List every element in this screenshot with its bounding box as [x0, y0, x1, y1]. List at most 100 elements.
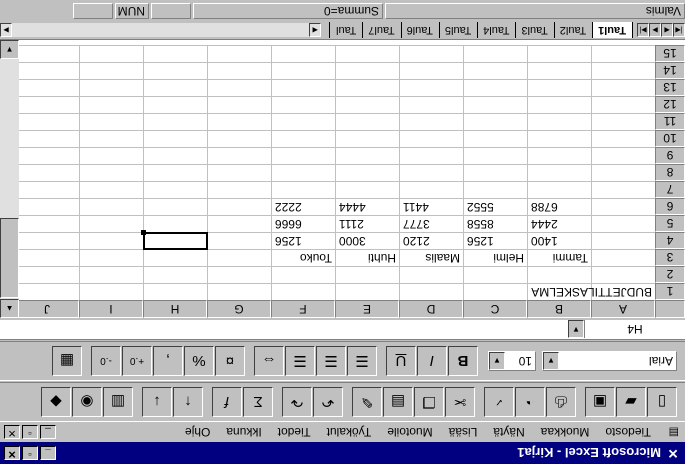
cell-b4[interactable]: 1400	[527, 232, 591, 249]
cell-b1[interactable]	[527, 283, 591, 300]
cell-a4[interactable]	[591, 232, 655, 249]
cell-b7[interactable]	[527, 181, 591, 198]
print-preview-icon[interactable]: ◔	[515, 387, 545, 417]
cell-c7[interactable]	[463, 181, 527, 198]
cell-j3[interactable]	[15, 249, 79, 266]
cell-g8[interactable]	[207, 164, 271, 181]
cell-h6[interactable]	[143, 198, 207, 215]
cell-c6[interactable]: 5552	[463, 198, 527, 215]
cell-h8[interactable]	[143, 164, 207, 181]
menu-tools[interactable]: Työkalut	[319, 425, 380, 439]
cell-d8[interactable]	[399, 164, 463, 181]
cell-h12[interactable]	[143, 96, 207, 113]
cell-e5[interactable]: 2111	[335, 215, 399, 232]
percent-icon[interactable]: %	[184, 346, 214, 376]
align-center-icon[interactable]: ☰	[316, 346, 346, 376]
cell-h10[interactable]	[143, 130, 207, 147]
cell-c11[interactable]	[463, 113, 527, 130]
cell-i10[interactable]	[79, 130, 143, 147]
cell-b9[interactable]	[527, 147, 591, 164]
cell-a12[interactable]	[591, 96, 655, 113]
cell-f10[interactable]	[271, 130, 335, 147]
cell-c12[interactable]	[463, 96, 527, 113]
cell-e3[interactable]: Huhti	[335, 249, 399, 266]
cell-h15[interactable]	[143, 45, 207, 62]
cell-a8[interactable]	[591, 164, 655, 181]
borders-icon[interactable]: ▦	[52, 346, 82, 376]
cell-d15[interactable]	[399, 45, 463, 62]
cell-j15[interactable]	[15, 45, 79, 62]
row-header-12[interactable]: 12	[655, 96, 685, 113]
cell-h9[interactable]	[143, 147, 207, 164]
cell-b10[interactable]	[527, 130, 591, 147]
column-header-g[interactable]: G	[207, 300, 271, 318]
cell-h1[interactable]	[143, 283, 207, 300]
cell-f12[interactable]	[271, 96, 335, 113]
row-header-14[interactable]: 14	[655, 62, 685, 79]
name-box[interactable]: H4	[584, 320, 685, 339]
cell-a5[interactable]	[591, 215, 655, 232]
map-icon[interactable]: ◉	[72, 387, 102, 417]
cell-g3[interactable]	[207, 249, 271, 266]
cell-a9[interactable]	[591, 147, 655, 164]
cell-j8[interactable]	[15, 164, 79, 181]
cell-a14[interactable]	[591, 62, 655, 79]
cell-d10[interactable]	[399, 130, 463, 147]
cell-j7[interactable]	[15, 181, 79, 198]
cell-i13[interactable]	[79, 79, 143, 96]
increase-decimal-icon[interactable]: +.0	[122, 346, 152, 376]
cell-i8[interactable]	[79, 164, 143, 181]
cell-c5[interactable]: 8558	[463, 215, 527, 232]
cell-f11[interactable]	[271, 113, 335, 130]
chevron-down-icon[interactable]: ▼	[568, 320, 584, 339]
cell-f6[interactable]: 2222	[271, 198, 335, 215]
cell-e12[interactable]	[335, 96, 399, 113]
cell-d1[interactable]	[399, 283, 463, 300]
cell-f3[interactable]: Touko	[271, 249, 335, 266]
cell-g6[interactable]	[207, 198, 271, 215]
sheet-tab-taul6[interactable]: Taul6	[399, 21, 440, 39]
cell-d7[interactable]	[399, 181, 463, 198]
row-header-9[interactable]: 9	[655, 147, 685, 164]
document-icon[interactable]: ▤	[663, 425, 679, 439]
column-header-b[interactable]: B	[527, 300, 591, 318]
cell-d14[interactable]	[399, 62, 463, 79]
cell-j10[interactable]	[15, 130, 79, 147]
column-header-h[interactable]: H	[143, 300, 207, 318]
save-disk-icon[interactable]: ▣	[585, 387, 615, 417]
row-header-4[interactable]: 4	[655, 232, 685, 249]
cell-f7[interactable]	[271, 181, 335, 198]
cell-i11[interactable]	[79, 113, 143, 130]
row-header-10[interactable]: 10	[655, 130, 685, 147]
cell-b8[interactable]	[527, 164, 591, 181]
cell-c14[interactable]	[463, 62, 527, 79]
cell-e10[interactable]	[335, 130, 399, 147]
column-header-f[interactable]: F	[271, 300, 335, 318]
sort-descending-icon[interactable]: ↓	[142, 387, 172, 417]
autosum-icon[interactable]: Σ	[243, 387, 273, 417]
merge-center-icon[interactable]: ⇔	[254, 346, 284, 376]
cell-c9[interactable]	[463, 147, 527, 164]
cell-j14[interactable]	[15, 62, 79, 79]
underline-icon[interactable]: U	[386, 346, 416, 376]
cell-b14[interactable]	[527, 62, 591, 79]
column-header-e[interactable]: E	[335, 300, 399, 318]
cell-d9[interactable]	[399, 147, 463, 164]
cell-h2[interactable]	[143, 266, 207, 283]
cell-a2[interactable]	[591, 266, 655, 283]
last-sheet-icon[interactable]: ▶|	[637, 23, 649, 37]
cell-e6[interactable]: 4444	[335, 198, 399, 215]
cell-c3[interactable]: Helmi	[463, 249, 527, 266]
doc-close-button[interactable]: ✕	[4, 425, 20, 439]
cell-j6[interactable]	[15, 198, 79, 215]
cell-i2[interactable]	[79, 266, 143, 283]
doc-restore-button[interactable]: ▫	[22, 425, 38, 439]
cell-a11[interactable]	[591, 113, 655, 130]
cell-b2[interactable]	[527, 266, 591, 283]
scroll-right-icon[interactable]: ▶	[0, 23, 12, 37]
cell-i15[interactable]	[79, 45, 143, 62]
cell-b12[interactable]	[527, 96, 591, 113]
cell-c13[interactable]	[463, 79, 527, 96]
menu-help[interactable]: Ohje	[177, 425, 218, 439]
excel-app-icon[interactable]: ✕	[665, 445, 681, 461]
